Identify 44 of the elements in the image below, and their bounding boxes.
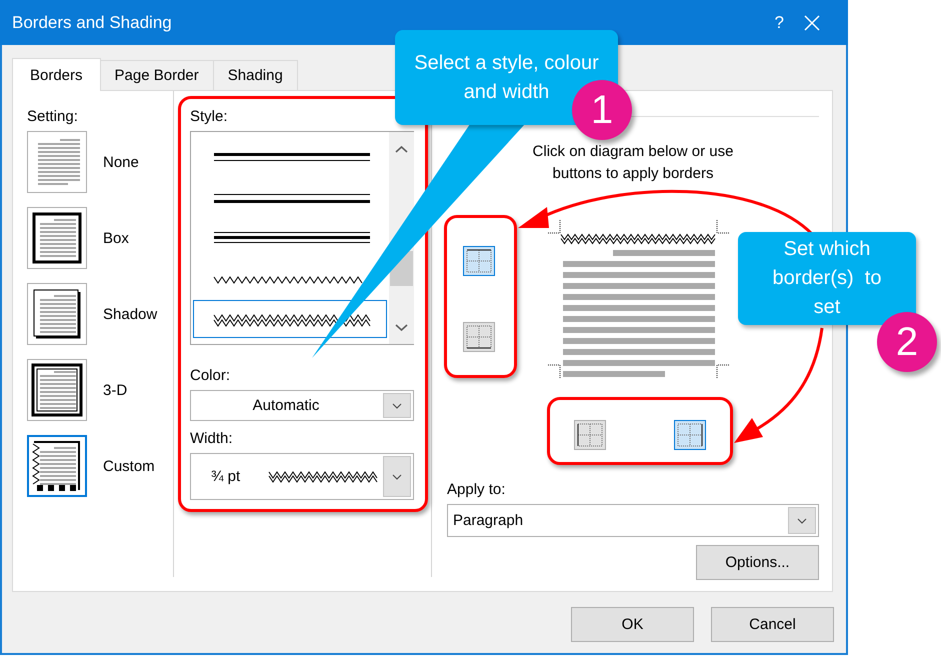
- apply-to-dropdown[interactable]: Paragraph: [447, 504, 819, 537]
- caret-icon: [392, 474, 402, 480]
- style-list[interactable]: [190, 131, 414, 345]
- line-style-option[interactable]: [193, 300, 387, 338]
- setting-option-label[interactable]: Box: [103, 230, 129, 246]
- color-dropdown[interactable]: Automatic: [190, 390, 414, 421]
- line-sample-icon: [268, 470, 378, 482]
- bottom-border-button[interactable]: [463, 322, 495, 352]
- color-label: Color:: [190, 368, 232, 384]
- help-button[interactable]: ?: [774, 12, 784, 32]
- width-label: Width:: [190, 431, 234, 447]
- options-button[interactable]: Options...: [696, 545, 819, 580]
- close-icon[interactable]: [804, 14, 820, 30]
- box-border-icon[interactable]: [27, 207, 87, 269]
- callout: Set which border(s) to set: [738, 232, 916, 325]
- setting-option-label[interactable]: None: [103, 154, 139, 170]
- width-dropdown[interactable]: ¾ pt: [190, 453, 414, 500]
- cancel-button[interactable]: Cancel: [711, 607, 834, 642]
- apply-to-label: Apply to:: [447, 482, 506, 498]
- setting-label: Setting:: [27, 109, 79, 125]
- setting-option-label[interactable]: Shadow: [103, 306, 158, 322]
- custom-border-icon[interactable]: [27, 435, 87, 497]
- tab[interactable]: Borders: [12, 58, 101, 91]
- step-badge: 2: [877, 312, 937, 372]
- line-style-icon: [214, 194, 370, 203]
- tab[interactable]: Shading: [212, 60, 298, 90]
- caret-icon: [797, 518, 807, 524]
- ok-button[interactable]: OK: [571, 607, 694, 642]
- right-border-button[interactable]: [674, 420, 706, 450]
- setting-option-label[interactable]: 3-D: [103, 382, 128, 398]
- shadow-border-icon[interactable]: [27, 283, 87, 345]
- style-label: Style:: [190, 109, 229, 125]
- window-title: Borders and Shading: [12, 12, 173, 32]
- line-style-icon: [214, 232, 370, 243]
- 3d-border-icon[interactable]: [27, 359, 87, 421]
- line-style-icon: [214, 276, 362, 284]
- left-border-button[interactable]: [574, 420, 606, 450]
- line-style-icon: [214, 314, 370, 327]
- preview-drawing[interactable]: [547, 220, 730, 378]
- setting-option-label[interactable]: Custom: [103, 458, 155, 474]
- line-style-icon: [214, 153, 370, 161]
- instruction-text: Click on diagram below or use buttons to apply borders: [532, 142, 734, 184]
- top-border-button[interactable]: [463, 246, 495, 276]
- caret-icon: [392, 402, 402, 408]
